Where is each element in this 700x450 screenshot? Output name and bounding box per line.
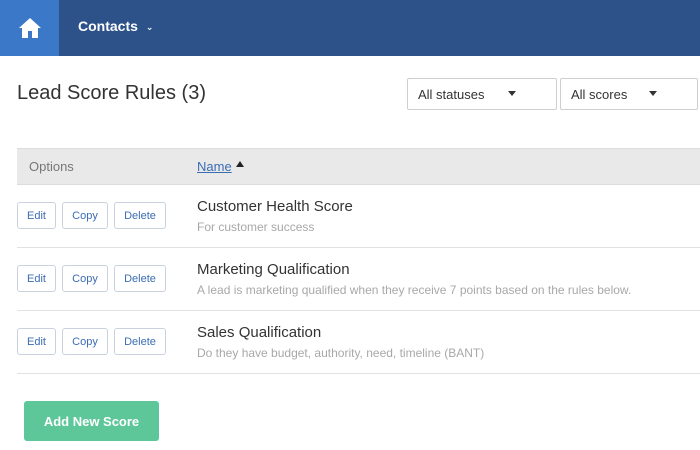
delete-button[interactable]: Delete bbox=[114, 202, 166, 229]
rule-description: Do they have budget, authority, need, ti… bbox=[197, 346, 485, 360]
table-header: Options Name bbox=[17, 148, 700, 185]
rule-name[interactable]: Sales Qualification bbox=[197, 324, 321, 341]
status-filter-select[interactable]: All statuses bbox=[407, 78, 557, 110]
score-filter-select[interactable]: All scores bbox=[560, 78, 698, 110]
column-header-name[interactable]: Name bbox=[197, 159, 232, 174]
home-icon bbox=[18, 18, 41, 38]
table-row: Edit Copy Delete Customer Health Score F… bbox=[17, 185, 700, 248]
edit-button[interactable]: Edit bbox=[17, 328, 56, 355]
delete-button[interactable]: Delete bbox=[114, 328, 166, 355]
page-title: Lead Score Rules (3) bbox=[17, 82, 206, 104]
sort-ascending-icon[interactable] bbox=[236, 161, 244, 167]
contacts-menu-label: Contacts bbox=[78, 18, 138, 34]
add-new-score-button[interactable]: Add New Score bbox=[24, 401, 159, 441]
rule-description: A lead is marketing qualified when they … bbox=[197, 283, 632, 297]
rule-description: For customer success bbox=[197, 220, 315, 234]
edit-button[interactable]: Edit bbox=[17, 265, 56, 292]
caret-down-icon bbox=[649, 91, 657, 96]
rule-name[interactable]: Customer Health Score bbox=[197, 198, 353, 215]
copy-button[interactable]: Copy bbox=[62, 202, 108, 229]
column-header-options: Options bbox=[29, 159, 74, 174]
copy-button[interactable]: Copy bbox=[62, 265, 108, 292]
home-button[interactable] bbox=[0, 0, 59, 56]
copy-button[interactable]: Copy bbox=[62, 328, 108, 355]
edit-button[interactable]: Edit bbox=[17, 202, 56, 229]
delete-button[interactable]: Delete bbox=[114, 265, 166, 292]
status-filter-value: All statuses bbox=[418, 86, 485, 102]
top-navigation-bar: Contacts ⌄ bbox=[0, 0, 700, 56]
rule-name[interactable]: Marketing Qualification bbox=[197, 261, 350, 278]
table-row: Edit Copy Delete Sales Qualification Do … bbox=[17, 311, 700, 374]
table-row: Edit Copy Delete Marketing Qualification… bbox=[17, 248, 700, 311]
chevron-down-icon: ⌄ bbox=[145, 21, 154, 32]
contacts-menu[interactable]: Contacts ⌄ bbox=[78, 18, 153, 34]
caret-down-icon bbox=[508, 91, 516, 96]
score-filter-value: All scores bbox=[571, 86, 628, 102]
